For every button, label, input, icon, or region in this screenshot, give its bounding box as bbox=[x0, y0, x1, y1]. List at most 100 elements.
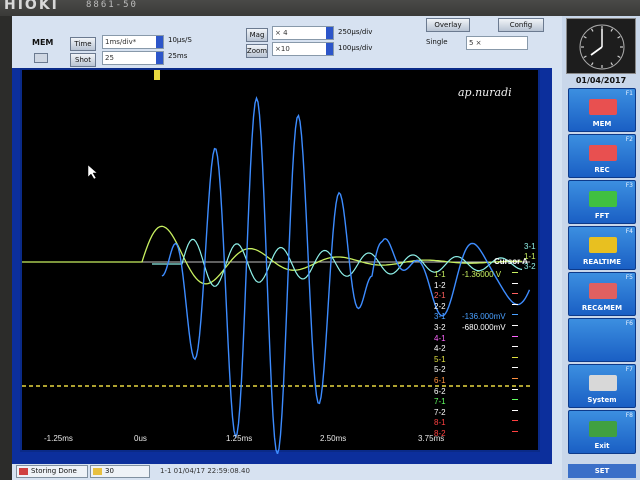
channel-1-2-marker bbox=[512, 282, 518, 284]
mode-icon bbox=[589, 191, 617, 207]
channel-4-2-label: 4-2 bbox=[434, 344, 446, 354]
channel-2-1-label: 2-1 bbox=[434, 291, 446, 301]
channel-8-1-marker bbox=[512, 420, 518, 422]
channel-4-2-marker bbox=[512, 346, 518, 348]
mag-field[interactable]: × 4 bbox=[272, 26, 334, 40]
shot-spin-icon[interactable] bbox=[156, 52, 163, 64]
storing-text: Storing Done bbox=[31, 467, 77, 475]
zoom-value: ×10 bbox=[275, 45, 290, 53]
channel-5-2-marker bbox=[512, 367, 518, 369]
storage-icon bbox=[19, 468, 28, 475]
shot-button[interactable]: Shot bbox=[70, 53, 96, 67]
channel-1-1-label: 1-1 bbox=[434, 270, 446, 279]
channel-7-1-marker bbox=[512, 399, 518, 401]
ch1-trace bbox=[22, 225, 522, 285]
set-button[interactable]: SET bbox=[568, 464, 636, 478]
status-bar: Storing Done 30 1-1 01/04/17 22:59:08.40 bbox=[12, 464, 562, 480]
function-button-recmem[interactable]: F5 REC&MEM bbox=[568, 272, 636, 316]
channel-1-1-marker bbox=[512, 272, 518, 273]
channel-6-2-label: 6-2 bbox=[434, 386, 446, 396]
mode-icon bbox=[589, 145, 617, 161]
function-button-system[interactable]: F7 System bbox=[568, 364, 636, 408]
time-field[interactable]: 1ms/div* bbox=[102, 35, 164, 49]
function-key: F6 bbox=[625, 320, 633, 327]
channel-2-1-marker bbox=[512, 293, 518, 295]
waveform-plot bbox=[22, 70, 531, 454]
channel-8-2-marker bbox=[512, 431, 518, 432]
function-button-realtime[interactable]: F4 REALTIME bbox=[568, 226, 636, 270]
channel-1-2-label: 1-2 bbox=[434, 280, 446, 290]
folder-icon bbox=[93, 468, 102, 475]
file-count[interactable]: 30 bbox=[90, 465, 150, 478]
zoom-field[interactable]: ×10 bbox=[272, 42, 334, 56]
date-display: 01/04/2017 bbox=[575, 76, 627, 85]
channel-6-2-marker bbox=[512, 388, 518, 390]
brand-logo: HIOKI bbox=[4, 0, 59, 13]
mag-spin-icon[interactable] bbox=[326, 27, 333, 39]
time-value: 1ms/div* bbox=[105, 38, 137, 46]
time-tick: 3.75ms bbox=[418, 434, 445, 443]
time-button[interactable]: Time bbox=[70, 37, 96, 51]
function-label: REALTIME bbox=[582, 258, 622, 266]
function-label: REC bbox=[594, 166, 610, 174]
function-button-fft[interactable]: F3 FFT bbox=[568, 180, 636, 224]
time-tick: 1.25ms bbox=[226, 434, 253, 443]
channel-7-1-label: 7-1 bbox=[434, 397, 446, 407]
config-button[interactable]: Config bbox=[498, 18, 544, 32]
mode-icon bbox=[589, 99, 617, 115]
storing-status[interactable]: Storing Done bbox=[16, 465, 88, 478]
shot-field[interactable]: 25 bbox=[102, 51, 164, 65]
function-button-exit[interactable]: F8 Exit bbox=[568, 410, 636, 454]
channel-2-2-label: 2-2 bbox=[434, 301, 446, 311]
control-bar: MEM Time 1ms/div* 10μs/S Shot 25 25ms Ma… bbox=[12, 16, 562, 68]
function-button-rec[interactable]: F2 REC bbox=[568, 134, 636, 178]
single-field[interactable]: 5 × bbox=[466, 36, 528, 50]
mode-icon bbox=[589, 283, 617, 299]
channel-7-2-label: 7-2 bbox=[434, 407, 446, 417]
overlay-button[interactable]: Overlay bbox=[426, 18, 470, 32]
function-key: F2 bbox=[625, 136, 633, 143]
time-spin-icon[interactable] bbox=[156, 36, 163, 48]
single-label: Single bbox=[426, 38, 448, 46]
channel-3-2-marker bbox=[512, 325, 518, 326]
shot-value: 25 bbox=[105, 54, 114, 62]
function-button-blank[interactable]: F6 bbox=[568, 318, 636, 362]
function-key: F5 bbox=[625, 274, 633, 281]
channel-2-2-marker bbox=[512, 303, 518, 305]
channel-4-1-label: 4-1 bbox=[434, 333, 446, 343]
status-info: 1-1 01/04/17 22:59:08.40 bbox=[160, 467, 250, 475]
function-key: F7 bbox=[625, 366, 633, 373]
file-count-value: 30 bbox=[105, 467, 114, 475]
mode-icon bbox=[589, 375, 617, 391]
time-tick: -1.25ms bbox=[44, 434, 73, 443]
watermark-text: ap.nuradi bbox=[458, 86, 512, 99]
single-value: 5 × bbox=[469, 39, 482, 47]
function-button-mem[interactable]: F1 MEM bbox=[568, 88, 636, 132]
bezel-left bbox=[0, 16, 12, 480]
shot-duration: 25ms bbox=[168, 52, 188, 60]
ch3-2-trace bbox=[152, 238, 523, 287]
zoom-div: 100μs/div bbox=[338, 44, 373, 52]
function-label: REC&MEM bbox=[581, 304, 623, 312]
channel-3-1-value: -136.000mV bbox=[462, 312, 506, 322]
zoom-button[interactable]: Zoom bbox=[246, 44, 268, 58]
function-label: Exit bbox=[594, 442, 610, 450]
mode-label: MEM bbox=[32, 38, 54, 47]
sample-rate: 10μs/S bbox=[168, 36, 192, 44]
trigger-marker[interactable] bbox=[154, 70, 160, 80]
zoom-spin-icon[interactable] bbox=[326, 43, 333, 55]
time-tick: 0us bbox=[134, 434, 147, 443]
mag-button[interactable]: Mag bbox=[246, 28, 268, 42]
function-label: System bbox=[587, 396, 617, 404]
mag-value: × 4 bbox=[275, 29, 288, 37]
function-label: MEM bbox=[592, 120, 612, 128]
camera-icon[interactable] bbox=[34, 53, 48, 63]
channel-3-2-label: 3-2 bbox=[434, 323, 446, 332]
function-key: F8 bbox=[625, 412, 633, 419]
function-key: F4 bbox=[625, 228, 633, 235]
mode-icon bbox=[589, 237, 617, 253]
right-marker-3-2: 3-2 bbox=[524, 262, 536, 271]
waveform-display[interactable]: ap.nuradi bbox=[20, 68, 540, 454]
model-label: 8861-50 bbox=[86, 0, 138, 10]
channel-6-1-label: 6-1 bbox=[434, 376, 446, 385]
